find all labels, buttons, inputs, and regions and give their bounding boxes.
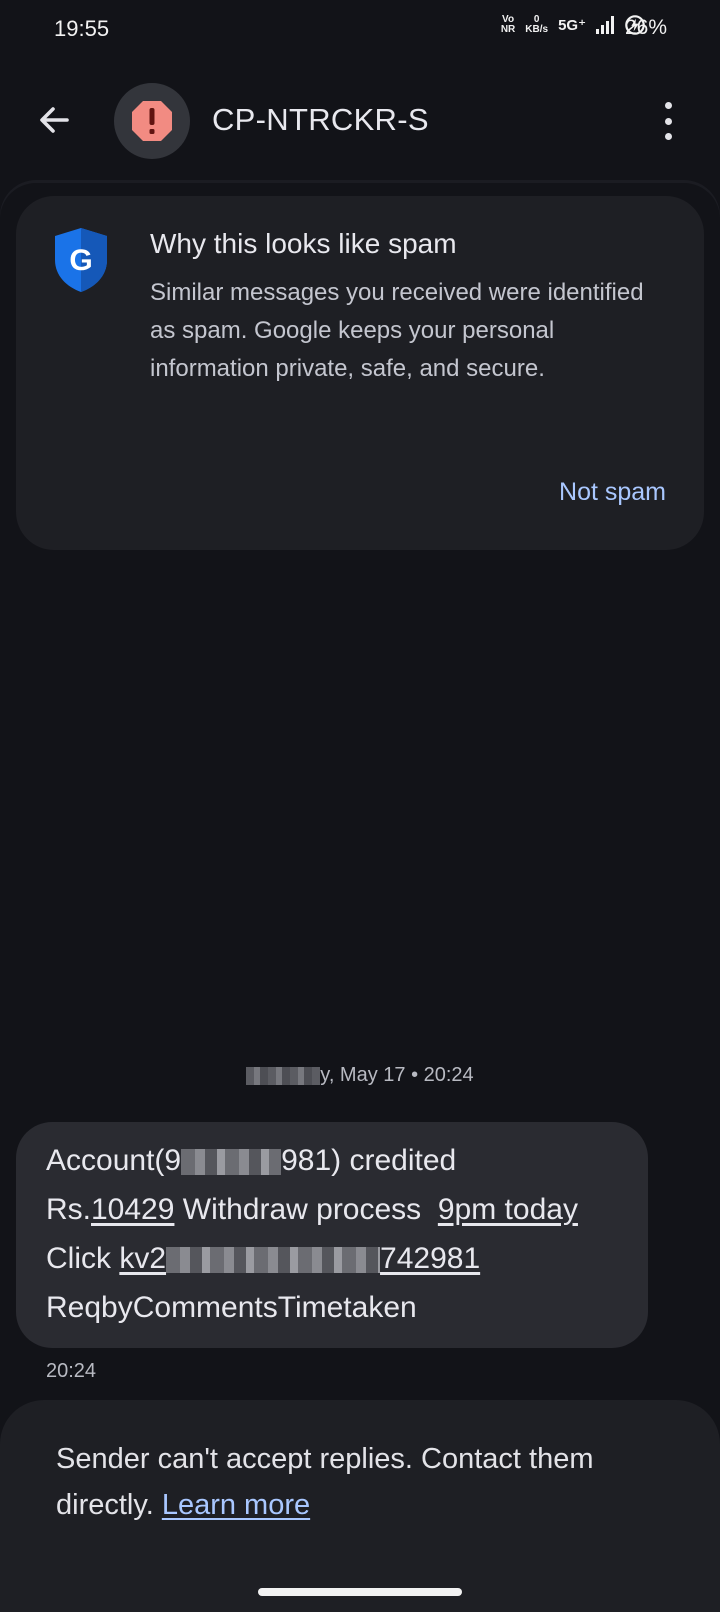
message-line-3: Click kv2 742981 — [46, 1242, 481, 1275]
redacted-text — [181, 1149, 282, 1176]
spam-warning-icon — [132, 101, 172, 141]
more-vert-icon[interactable] — [654, 102, 682, 140]
date-separator: y, May 17 • 20:24 — [0, 1064, 720, 1087]
home-indicator[interactable] — [258, 1588, 462, 1596]
spam-title: Why this looks like spam — [150, 228, 457, 259]
amount-link[interactable]: 10429 — [91, 1193, 174, 1226]
message-text: Account(9 981) credited Rs.10429 Withdraw… — [46, 1136, 646, 1332]
contact-name: CP-NTRCKR-S — [212, 102, 429, 137]
redacted-text — [166, 1247, 381, 1274]
redacted-text — [246, 1066, 321, 1085]
message-line-1: Account(9 981) credited — [46, 1144, 457, 1177]
message-line-4: ReqbyCommentsTimetaken — [46, 1291, 417, 1324]
status-bar: 19:55 Vo NR 0 KB/s 5G⁺ 26% — [0, 0, 720, 60]
signal-icon — [596, 16, 614, 34]
spam-description: Similar messages you received were ident… — [150, 279, 644, 382]
google-shield-icon: G — [55, 228, 107, 292]
battery-percent: 26% — [624, 16, 667, 39]
avatar[interactable] — [114, 83, 190, 159]
network-type: 5G⁺ — [558, 17, 586, 34]
time-link[interactable]: 9pm today — [438, 1193, 578, 1226]
footer-text: Sender can't accept replies. Contact the… — [56, 1443, 594, 1521]
url-link[interactable]: kv2 742981 — [119, 1242, 480, 1275]
svg-text:G: G — [69, 244, 92, 277]
message-timestamp: 20:24 — [46, 1360, 97, 1382]
message-line-2: Rs.10429 Withdraw process 9pm today — [46, 1193, 578, 1226]
app-bar: CP-NTRCKR-S — [0, 80, 720, 162]
not-spam-button[interactable]: Not spam — [559, 478, 666, 507]
learn-more-link[interactable]: Learn more — [162, 1489, 310, 1521]
status-time: 19:55 — [54, 16, 110, 41]
arrow-back-icon[interactable] — [34, 100, 74, 140]
volte-indicator: Vo NR — [500, 14, 516, 35]
network-speed: 0 KB/s — [525, 14, 549, 35]
